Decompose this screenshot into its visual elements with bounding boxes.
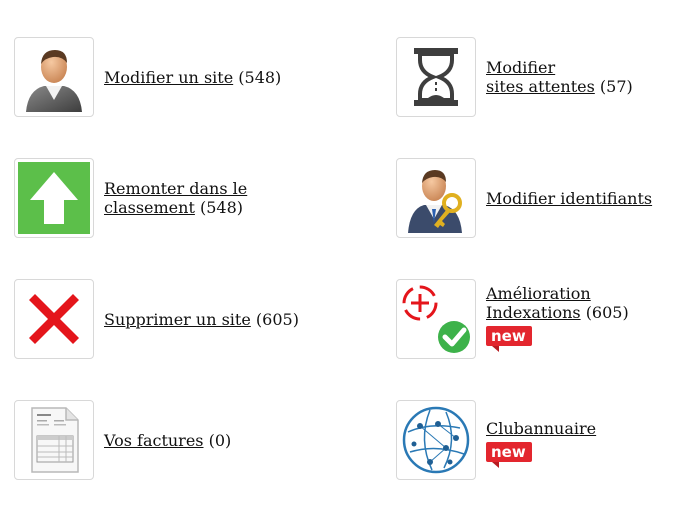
remonter-text: Remonter dans le classement (548) xyxy=(104,179,247,217)
amelioration-count: (605) xyxy=(585,303,629,322)
sites-attentes-link-line1[interactable]: Modifier xyxy=(486,58,555,77)
identifiants-text: Modifier identifiants xyxy=(486,189,652,208)
target-check-icon xyxy=(402,285,470,353)
sites-attentes-link-line2[interactable]: sites attentes xyxy=(486,77,595,96)
modifier-site-tile[interactable] xyxy=(14,37,94,117)
new-badge: new xyxy=(486,441,532,468)
user-key-icon xyxy=(408,170,462,233)
menu-item-vos-factures[interactable]: Vos factures (0) xyxy=(14,400,231,480)
amelioration-tile[interactable] xyxy=(396,279,476,359)
supprimer-tile[interactable] xyxy=(14,279,94,359)
menu-item-modifier-identifiants[interactable]: Modifier identifiants xyxy=(396,158,652,238)
supprimer-text: Supprimer un site (605) xyxy=(104,310,299,329)
menu-item-supprimer-site[interactable]: Supprimer un site (605) xyxy=(14,279,299,359)
globe-network-icon xyxy=(402,406,470,474)
factures-link[interactable]: Vos factures xyxy=(104,431,204,450)
factures-count: (0) xyxy=(208,430,232,450)
amelioration-link-line2[interactable]: Indexations xyxy=(486,303,581,322)
menu-item-modifier-site[interactable]: Modifier un site (548) xyxy=(14,37,281,117)
sites-attentes-text: Modifier sites attentes (57) xyxy=(486,58,633,96)
menu-item-amelioration-indexations[interactable]: Amélioration Indexations (605) new xyxy=(396,279,629,359)
user-icon xyxy=(26,50,82,112)
amelioration-link-line1[interactable]: Amélioration xyxy=(486,284,591,303)
invoice-icon xyxy=(31,407,79,473)
modifier-site-count: (548) xyxy=(238,67,282,87)
cross-icon xyxy=(29,294,79,344)
menu-item-remonter-classement[interactable]: Remonter dans le classement (548) xyxy=(14,158,247,238)
factures-text: Vos factures (0) xyxy=(104,431,231,450)
remonter-tile[interactable] xyxy=(14,158,94,238)
new-badge: new xyxy=(486,326,532,352)
factures-tile[interactable] xyxy=(14,400,94,480)
amelioration-text: Amélioration Indexations (605) new xyxy=(486,284,629,352)
identifiants-tile[interactable] xyxy=(396,158,476,238)
clubannuaire-text: Clubannuaire new xyxy=(486,419,596,468)
remonter-link-line2[interactable]: classement xyxy=(104,198,195,217)
menu-item-clubannuaire[interactable]: Clubannuaire new xyxy=(396,400,596,480)
modifier-site-link[interactable]: Modifier un site xyxy=(104,68,233,87)
sites-attentes-count: (57) xyxy=(599,77,633,96)
menu-item-modifier-sites-attentes[interactable]: Modifier sites attentes (57) xyxy=(396,37,633,117)
supprimer-count: (605) xyxy=(255,309,299,329)
identifiants-link[interactable]: Modifier identifiants xyxy=(486,189,652,208)
remonter-link-line1[interactable]: Remonter dans le xyxy=(104,179,247,198)
arrow-up-icon xyxy=(18,162,90,234)
clubannuaire-link[interactable]: Clubannuaire xyxy=(486,419,596,438)
hourglass-icon xyxy=(414,48,458,106)
remonter-count: (548) xyxy=(199,198,244,217)
clubannuaire-tile[interactable] xyxy=(396,400,476,480)
modifier-site-text: Modifier un site (548) xyxy=(104,68,281,87)
sites-attentes-tile[interactable] xyxy=(396,37,476,117)
supprimer-link[interactable]: Supprimer un site xyxy=(104,310,251,329)
